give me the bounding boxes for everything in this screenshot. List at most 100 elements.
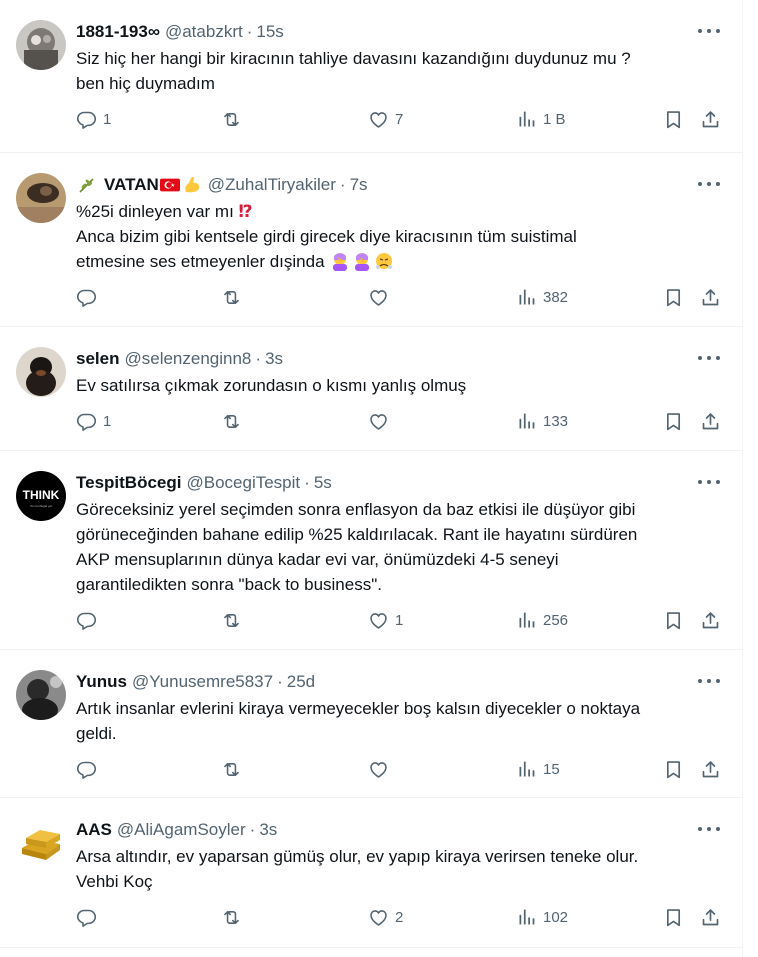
more-button[interactable] — [698, 24, 720, 38]
more-button[interactable] — [698, 475, 720, 489]
timestamp[interactable]: 25d — [287, 672, 315, 692]
bookmark-button[interactable] — [663, 411, 684, 432]
tweet[interactable]: Yunus @Yunusemre5837 · 25d Artık insanla… — [0, 650, 742, 798]
retweet-button[interactable] — [221, 759, 242, 780]
views-button[interactable]: 1 B — [516, 109, 566, 130]
views-button[interactable]: 15 — [516, 759, 560, 780]
reply-icon — [76, 610, 97, 631]
timestamp[interactable]: 15s — [256, 22, 283, 42]
avatar[interactable] — [16, 20, 66, 70]
share-icon — [700, 907, 721, 928]
more-button[interactable] — [698, 351, 720, 365]
share-button[interactable] — [700, 287, 721, 308]
retweet-icon — [221, 907, 242, 928]
user-handle[interactable]: @selenzenginn8 — [124, 349, 251, 369]
views-button[interactable]: 102 — [516, 907, 568, 928]
reply-icon — [76, 411, 97, 432]
share-button[interactable] — [700, 411, 721, 432]
more-button[interactable] — [698, 674, 720, 688]
reply-button[interactable]: 1 — [76, 109, 111, 130]
reply-icon — [76, 287, 97, 308]
bookmark-button[interactable] — [663, 759, 684, 780]
avatar[interactable] — [16, 670, 66, 720]
tweet[interactable]: selen @selenzenginn8 · 3s Ev satılırsa ç… — [0, 327, 742, 451]
like-button[interactable] — [368, 411, 395, 432]
separator: · — [304, 473, 310, 492]
avatar[interactable]: THINK it's not illegal yet — [16, 471, 66, 521]
bookmark-button[interactable] — [663, 907, 684, 928]
reply-button[interactable] — [76, 610, 103, 631]
share-button[interactable] — [700, 610, 721, 631]
reply-button[interactable] — [76, 287, 103, 308]
avatar-logo-subtext: it's not illegal yet — [30, 504, 52, 508]
separator: · — [339, 175, 346, 194]
timestamp[interactable]: 7s — [350, 175, 368, 195]
reply-button[interactable] — [76, 907, 103, 928]
separator: · — [246, 22, 253, 41]
tweet[interactable]: THINK it's not illegal yet TespitBöcegi … — [0, 451, 742, 650]
reply-button[interactable] — [76, 759, 103, 780]
user-handle[interactable]: @atabzkrt — [165, 22, 243, 42]
view-count: 102 — [543, 909, 569, 926]
like-button[interactable]: 1 — [368, 610, 403, 631]
views-button[interactable]: 133 — [516, 411, 568, 432]
views-button[interactable]: 256 — [516, 610, 568, 631]
timestamp[interactable]: 5s — [314, 473, 332, 493]
avatar[interactable] — [16, 173, 66, 223]
share-button[interactable] — [700, 907, 721, 928]
share-icon — [700, 287, 721, 308]
reply-button[interactable]: 1 — [76, 411, 111, 432]
tweet[interactable]: AAS @AliAgamSoyler · 3s Arsa altındır, e… — [0, 798, 742, 948]
retweet-button[interactable] — [221, 411, 242, 432]
action-bar: 15 — [76, 754, 726, 784]
more-icon — [716, 480, 720, 484]
share-icon — [700, 759, 721, 780]
bookmark-button[interactable] — [663, 610, 684, 631]
like-button[interactable] — [368, 287, 395, 308]
retweet-button[interactable] — [221, 907, 242, 928]
display-name[interactable]: TespitBöcegi — [76, 473, 181, 493]
display-name[interactable]: 1881-193∞ — [76, 22, 160, 42]
bookmark-icon — [663, 759, 684, 780]
retweet-button[interactable] — [221, 109, 242, 130]
avatar[interactable] — [16, 347, 66, 397]
bookmark-button[interactable] — [663, 287, 684, 308]
more-button[interactable] — [698, 177, 720, 191]
bookmark-icon — [663, 907, 684, 928]
share-button[interactable] — [700, 759, 721, 780]
separator: · — [255, 349, 262, 368]
separator: · — [277, 672, 283, 691]
olive-branch-icon — [79, 178, 94, 193]
views-icon — [516, 610, 537, 631]
share-button[interactable] — [700, 109, 721, 130]
more-icon — [698, 356, 702, 360]
tweet-text: Göreceksiniz yerel seçimden sonra enflas… — [76, 500, 638, 594]
timestamp[interactable]: 3s — [259, 820, 277, 840]
like-button[interactable]: 2 — [368, 907, 403, 928]
retweet-button[interactable] — [221, 287, 242, 308]
avatar[interactable] — [16, 818, 66, 868]
retweet-button[interactable] — [221, 610, 242, 631]
retweet-icon — [221, 759, 242, 780]
tweet-text: Siz hiç her hangi bir kiracının tahliye … — [76, 49, 631, 93]
more-button[interactable] — [698, 822, 720, 836]
more-icon — [698, 480, 702, 484]
user-handle[interactable]: @AliAgamSoyler — [117, 820, 246, 840]
user-handle[interactable]: @ZuhalTiryakiler — [208, 175, 336, 195]
reply-icon — [76, 907, 97, 928]
timestamp[interactable]: 3s — [265, 349, 283, 369]
like-button[interactable]: 7 — [368, 109, 403, 130]
views-button[interactable]: 382 — [516, 287, 568, 308]
bookmark-button[interactable] — [663, 109, 684, 130]
display-name[interactable]: Yunus — [76, 672, 127, 692]
like-button[interactable] — [368, 759, 395, 780]
tweet[interactable]: VATAN @ZuhalTiryakiler · 7s %25i dinleye… — [0, 153, 742, 327]
user-handle[interactable]: @BocegiTespit — [186, 473, 300, 493]
more-icon — [707, 182, 711, 186]
user-handle[interactable]: @Yunusemre5837 — [132, 672, 273, 692]
display-name[interactable]: selen — [76, 349, 119, 369]
tweet[interactable]: 1881-193∞ @atabzkrt · 15s Siz hiç her ha… — [0, 0, 742, 153]
share-icon — [700, 610, 721, 631]
display-name[interactable]: AAS — [76, 820, 112, 840]
display-name[interactable]: VATAN — [104, 175, 159, 195]
